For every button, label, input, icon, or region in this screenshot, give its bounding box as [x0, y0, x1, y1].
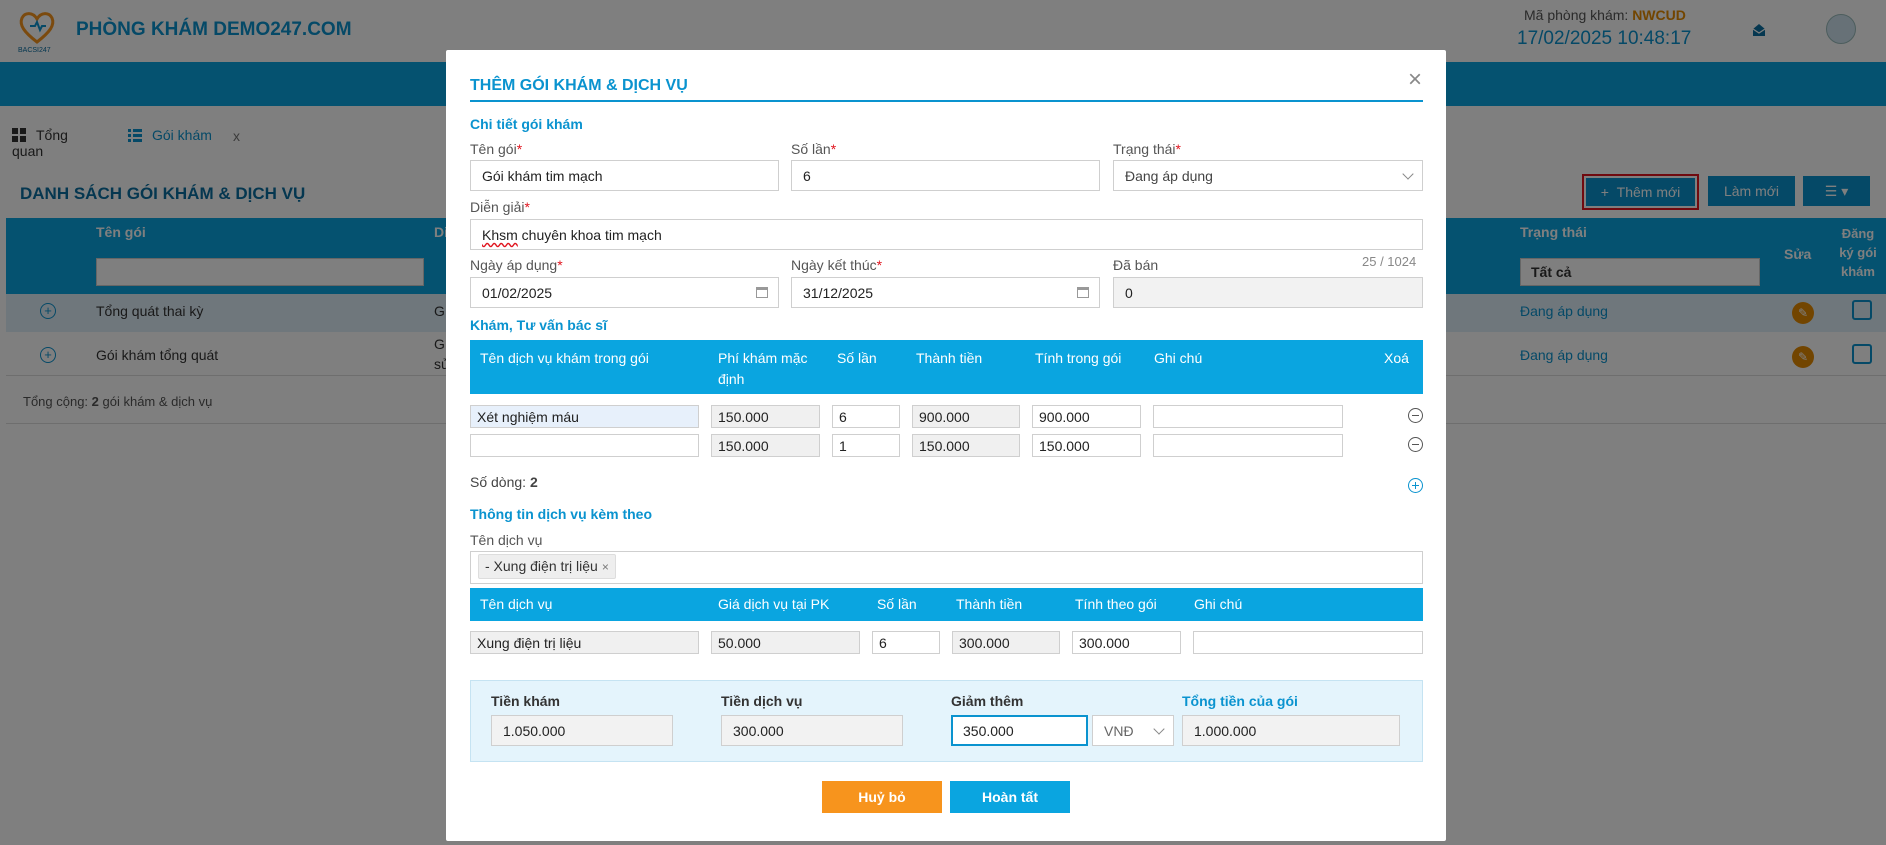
discount-input[interactable]: 350.000: [951, 715, 1088, 746]
status-select-value: Đang áp dụng: [1125, 168, 1213, 184]
extra-price-field: 50.000: [711, 631, 860, 654]
extra-col-service: Tên dịch vụ: [480, 596, 553, 612]
service-fee-label: Tiền dịch vụ: [721, 693, 803, 709]
extra-col-times: Số lần: [877, 596, 917, 612]
calendar-icon: [1077, 287, 1089, 298]
exam-service-input[interactable]: Xét nghiệm máu: [470, 405, 699, 428]
currency-value: VNĐ: [1104, 723, 1134, 739]
remove-row-icon[interactable]: [1408, 437, 1423, 452]
end-date-label: Ngày kết thúc*: [791, 257, 883, 273]
add-package-modal: THÊM GÓI KHÁM & DỊCH VỤ × Chi tiết gói k…: [446, 50, 1446, 841]
exam-col-times: Số lần: [837, 350, 877, 366]
add-row-icon[interactable]: [1408, 478, 1423, 493]
desc-label: Diễn giải*: [470, 199, 530, 215]
section-detail-title: Chi tiết gói khám: [470, 116, 583, 132]
section-exam-title: Khám, Tư vấn bác sĩ: [470, 317, 607, 333]
sold-field: 0: [1113, 277, 1423, 308]
service-fee-total: 300.000: [721, 715, 903, 746]
done-button[interactable]: Hoàn tất: [950, 781, 1070, 813]
extra-total-field: 300.000: [952, 631, 1060, 654]
row-count-label: Số dòng:: [470, 474, 530, 490]
extra-service-field: Xung điện trị liệu: [470, 631, 699, 654]
package-name-input[interactable]: Gói khám tim mạch: [470, 160, 779, 191]
desc-misspelled-word: Khsm: [482, 227, 518, 243]
extra-col-total: Thành tiền: [956, 596, 1023, 612]
package-total-value: 1.000.000: [1182, 715, 1400, 746]
times-label: Số lần*: [791, 141, 837, 157]
row-count: Số dòng: 2: [470, 474, 538, 490]
exam-times-input[interactable]: 1: [832, 434, 900, 457]
exam-fee-field: 150.000: [711, 405, 820, 428]
exam-fee-field: 150.000: [711, 434, 820, 457]
exam-fee-total: 1.050.000: [491, 715, 673, 746]
exam-col-service: Tên dịch vụ khám trong gói: [480, 350, 649, 366]
exam-table-header: Tên dịch vụ khám trong gói Phí khám mặc …: [470, 340, 1423, 394]
char-counter: 25 / 1024: [1362, 254, 1417, 269]
exam-times-input[interactable]: 6: [832, 405, 900, 428]
service-tag-label: - Xung điện trị liệu: [485, 558, 598, 574]
status-label: Trạng thái*: [1113, 141, 1181, 157]
exam-note-input[interactable]: [1153, 405, 1343, 428]
cancel-button[interactable]: Huỷ bỏ: [822, 781, 942, 813]
exam-note-input[interactable]: [1153, 434, 1343, 457]
extra-times-input[interactable]: 6: [872, 631, 940, 654]
name-label: Tên gói*: [470, 141, 523, 157]
package-total-label: Tổng tiền của gói: [1182, 693, 1298, 709]
close-icon[interactable]: ×: [1408, 68, 1422, 92]
status-select[interactable]: Đang áp dụng: [1113, 160, 1423, 191]
service-tag: - Xung điện trị liệu ×: [478, 554, 616, 579]
exam-total-field: 900.000: [912, 405, 1020, 428]
end-date-input[interactable]: 31/12/2025: [791, 277, 1100, 308]
exam-col-default-fee: Phí khám mặc định: [718, 350, 808, 387]
exam-service-input[interactable]: [470, 434, 699, 457]
extra-col-note: Ghi chú: [1194, 596, 1243, 612]
exam-col-total: Thành tiền: [916, 350, 983, 366]
exam-col-delete: Xoá: [1384, 350, 1409, 366]
desc-text: chuyên khoa tim mạch: [517, 227, 662, 243]
end-date-value: 31/12/2025: [803, 285, 874, 301]
start-date-input[interactable]: 01/02/2025: [470, 277, 779, 308]
chevron-down-icon: [1402, 168, 1414, 180]
extra-note-input[interactable]: [1193, 631, 1423, 654]
chevron-down-icon: [1153, 723, 1165, 735]
exam-fee-label: Tiền khám: [491, 693, 560, 709]
extra-col-price: Giá dịch vụ tại PK: [718, 596, 830, 612]
exam-total-field: 150.000: [912, 434, 1020, 457]
title-divider: [470, 100, 1423, 102]
sold-label: Đã bán: [1113, 257, 1159, 273]
extra-table-header: Tên dịch vụ Giá dịch vụ tại PK Số lần Th…: [470, 588, 1423, 621]
exam-in-package-input[interactable]: 900.000: [1032, 405, 1141, 428]
discount-label: Giảm thêm: [951, 693, 1024, 709]
start-date-label: Ngày áp dụng*: [470, 257, 563, 273]
price-summary-panel: Tiền khám 1.050.000 Tiền dịch vụ 300.000…: [470, 680, 1423, 762]
exam-col-in-package: Tính trong gói: [1035, 350, 1122, 366]
exam-col-note: Ghi chú: [1154, 350, 1203, 366]
extra-service-label: Tên dịch vụ: [470, 532, 543, 548]
start-date-value: 01/02/2025: [482, 285, 553, 301]
times-input[interactable]: 6: [791, 160, 1100, 191]
remove-tag-icon[interactable]: ×: [602, 560, 609, 574]
calendar-icon: [756, 287, 768, 298]
remove-row-icon[interactable]: [1408, 408, 1423, 423]
row-count-value: 2: [529, 474, 538, 490]
section-extra-title: Thông tin dịch vụ kèm theo: [470, 506, 652, 522]
exam-in-package-input[interactable]: 150.000: [1032, 434, 1141, 457]
currency-select[interactable]: VNĐ: [1092, 715, 1174, 746]
modal-title: THÊM GÓI KHÁM & DỊCH VỤ: [470, 77, 688, 94]
extra-in-package-input[interactable]: 300.000: [1072, 631, 1181, 654]
description-input[interactable]: Khsm chuyên khoa tim mạch: [470, 219, 1423, 250]
extra-col-in-package: Tính theo gói: [1075, 596, 1157, 612]
